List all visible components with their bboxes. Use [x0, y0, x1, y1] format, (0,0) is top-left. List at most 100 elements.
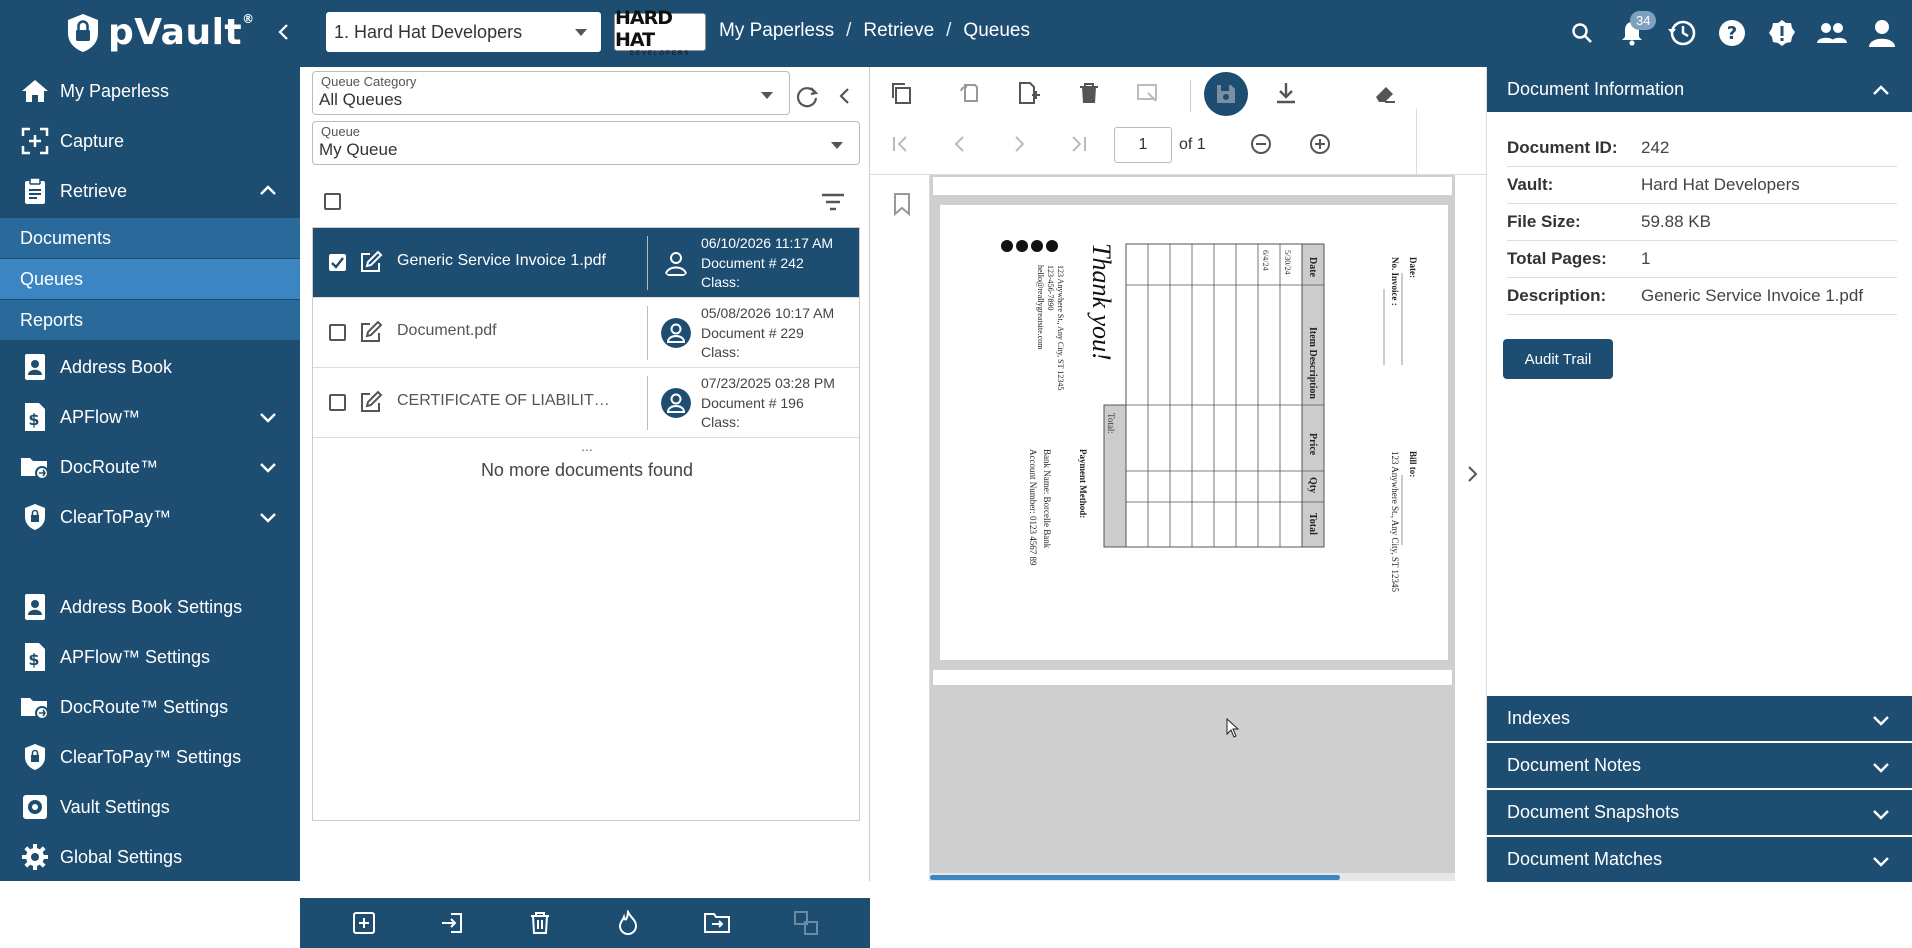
document-number: Document # 242	[701, 254, 804, 271]
list-item[interactable]: Document.pdf 05/08/2026 10:17 AM Documen…	[313, 298, 859, 368]
sidebar-item-address-book[interactable]: Address Book	[0, 343, 300, 391]
refresh-button[interactable]	[794, 83, 820, 109]
caret-down-icon	[575, 28, 587, 36]
sidebar-item-retrieve[interactable]: Retrieve	[0, 167, 300, 215]
select-all-checkbox[interactable]	[324, 193, 341, 210]
row-checkbox[interactable]	[329, 324, 346, 341]
zoom-in-icon[interactable]	[1304, 128, 1336, 160]
accordion-indexes[interactable]: Indexes	[1487, 696, 1912, 741]
sidebar-item-docroute[interactable]: DocRoute™	[0, 443, 300, 491]
app-logo[interactable]: pVault®	[66, 12, 255, 53]
list-item[interactable]: Generic Service Invoice 1.pdf 06/10/2026…	[313, 228, 859, 298]
document-name: CERTIFICATE OF LIABILITY INS...	[397, 392, 617, 409]
first-page-icon[interactable]	[884, 128, 916, 160]
collapse-queue-panel-button[interactable]	[832, 83, 858, 109]
svg-text:Price: Price	[1307, 433, 1318, 456]
svg-text:Date:: Date:	[1408, 257, 1418, 278]
edit-icon[interactable]	[359, 390, 383, 414]
folder-move-icon[interactable]	[703, 910, 731, 936]
last-page-icon[interactable]	[1063, 128, 1095, 160]
sidebar-item-cleartopay-settings[interactable]: ClearToPay™ Settings	[0, 733, 300, 781]
sidebar-item-global-settings[interactable]: Global Settings	[0, 833, 300, 881]
filter-icon	[822, 193, 844, 211]
sidebar-subitem-queues[interactable]: Queues	[0, 259, 300, 299]
svg-text:$: $	[28, 410, 39, 429]
copy-icon[interactable]	[885, 77, 917, 109]
svg-text:No. Invoice :: No. Invoice :	[1390, 257, 1400, 306]
caret-down-icon	[761, 92, 773, 99]
row-checkbox[interactable]	[329, 254, 346, 271]
svg-text:Date: Date	[1307, 257, 1318, 278]
accordion-document-matches[interactable]: Document Matches	[1487, 837, 1912, 882]
collapse-sidebar-button[interactable]	[270, 18, 298, 46]
notifications-button[interactable]: 34	[1614, 11, 1657, 51]
accordion-document-snapshots[interactable]: Document Snapshots	[1487, 790, 1912, 835]
invoice-page: Date Item Description Price Qty Total To…	[940, 205, 1448, 660]
scrollbar-thumb[interactable]	[930, 875, 1340, 880]
prev-page-icon[interactable]	[944, 128, 976, 160]
sidebar-item-vault-settings[interactable]: Vault Settings	[0, 783, 300, 831]
capture-icon	[20, 126, 50, 156]
sidebar-item-my-paperless[interactable]: My Paperless	[0, 67, 300, 115]
info-row-vault: Vault: Hard Hat Developers	[1507, 167, 1897, 204]
sidebar-item-address-book-settings[interactable]: Address Book Settings	[0, 583, 300, 631]
vault-select[interactable]: 1. Hard Hat Developers	[326, 12, 601, 52]
svg-text:Account Number: 0123 4567 89: Account Number: 0123 4567 89	[1028, 449, 1038, 566]
dollar-doc-icon: $	[20, 402, 50, 432]
viewer-side-strip	[870, 175, 930, 881]
next-page-icon[interactable]	[1003, 128, 1035, 160]
queue-select[interactable]: Queue My Queue	[312, 121, 860, 165]
eraser-icon[interactable]	[1369, 77, 1401, 109]
user-avatar-icon	[661, 318, 691, 348]
download-icon[interactable]	[1270, 77, 1302, 109]
info-row-document-id: Document ID: 242	[1507, 130, 1897, 167]
sidebar-item-apflow-settings[interactable]: $ APFlow™ Settings	[0, 633, 300, 681]
sidebar-subitem-reports[interactable]: Reports	[0, 300, 300, 340]
rotate-copy-icon[interactable]	[953, 77, 985, 109]
bookmark-icon[interactable]	[886, 188, 918, 220]
history-icon[interactable]	[1664, 15, 1700, 51]
trash-icon[interactable]	[527, 910, 553, 936]
breadcrumb-retrieve[interactable]: Retrieve	[863, 20, 934, 42]
help-icon[interactable]: ?	[1714, 15, 1750, 51]
sidebar-item-docroute-settings[interactable]: DocRoute™ Settings	[0, 683, 300, 731]
list-item[interactable]: CERTIFICATE OF LIABILITY INS... 07/23/20…	[313, 368, 859, 438]
breadcrumb-queues[interactable]: Queues	[963, 20, 1030, 42]
page-number-input[interactable]: 1	[1114, 127, 1172, 163]
users-icon[interactable]	[1814, 15, 1850, 51]
breadcrumb-my-paperless[interactable]: My Paperless	[719, 20, 834, 42]
sidebar: My Paperless Capture Retrieve Documents …	[0, 67, 300, 881]
add-page-icon[interactable]	[1012, 77, 1044, 109]
delete-page-icon[interactable]	[1073, 77, 1105, 109]
sidebar-item-apflow[interactable]: $ APFlow™	[0, 393, 300, 441]
svg-text:hello@reallygreatsite.com: hello@reallygreatsite.com	[1036, 265, 1045, 350]
sidebar-item-cleartopay[interactable]: ClearToPay™	[0, 493, 300, 541]
queue-document-list: Generic Service Invoice 1.pdf 06/10/2026…	[312, 227, 860, 821]
sidebar-subitem-documents[interactable]: Documents	[0, 218, 300, 258]
add-icon[interactable]	[351, 910, 377, 936]
move-to-icon[interactable]	[439, 910, 465, 936]
edit-icon[interactable]	[359, 320, 383, 344]
edit-icon[interactable]	[359, 250, 383, 274]
alert-icon[interactable]	[1764, 15, 1800, 51]
document-class: Class:	[701, 414, 740, 430]
chevron-up-icon	[1873, 85, 1889, 95]
flame-icon[interactable]	[615, 910, 641, 936]
audit-trail-button[interactable]: Audit Trail	[1503, 339, 1613, 379]
accordion-document-notes[interactable]: Document Notes	[1487, 743, 1912, 788]
filter-button[interactable]	[820, 191, 846, 213]
document-information-header[interactable]: Document Information	[1487, 67, 1912, 112]
info-row-total-pages: Total Pages: 1	[1507, 241, 1897, 278]
horizontal-scrollbar[interactable]	[930, 873, 1455, 881]
row-checkbox[interactable]	[329, 394, 346, 411]
search-icon[interactable]	[1564, 15, 1600, 51]
profile-icon[interactable]	[1864, 15, 1900, 51]
zoom-out-icon[interactable]	[1245, 128, 1277, 160]
svg-text:Item Description: Item Description	[1307, 327, 1318, 399]
expand-right-panel-button[interactable]	[1460, 462, 1484, 486]
chevron-down-icon	[1873, 763, 1889, 773]
save-button[interactable]	[1204, 72, 1248, 116]
sidebar-item-capture[interactable]: Capture	[0, 117, 300, 165]
company-logo: HARD HAT DEVELOPERS	[614, 7, 706, 57]
queue-category-select[interactable]: Queue Category All Queues	[312, 71, 790, 115]
